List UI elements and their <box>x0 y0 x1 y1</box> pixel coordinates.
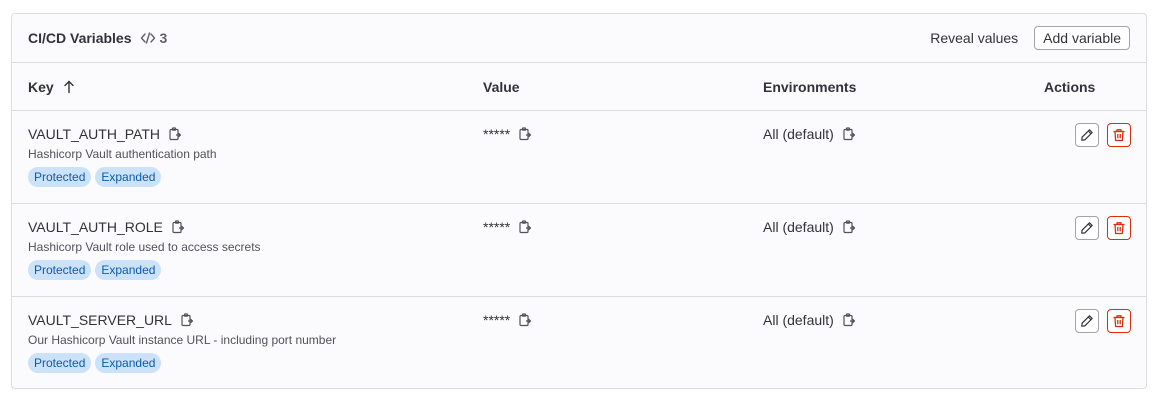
column-environments-header: Environments <box>763 78 857 95</box>
table-row: VAULT_AUTH_ROLE Hashicorp Vault role use… <box>12 204 1146 297</box>
edit-button[interactable] <box>1075 123 1099 147</box>
column-value-header: Value <box>483 78 520 95</box>
value-cell: ***** <box>483 311 532 329</box>
card-header: CI/CD Variables 3 Reveal values Add vari… <box>12 14 1146 63</box>
title-wrap: CI/CD Variables 3 <box>28 30 167 46</box>
variable-key: VAULT_AUTH_PATH <box>28 125 217 143</box>
code-icon <box>140 30 156 46</box>
arrow-up-icon <box>62 80 76 94</box>
protected-badge: Protected <box>28 167 92 187</box>
variable-key: VAULT_SERVER_URL <box>28 311 336 329</box>
key-cell: VAULT_SERVER_URL Our Hashicorp Vault ins… <box>28 311 336 373</box>
masked-value: ***** <box>483 126 511 142</box>
variables-table: Key Value Environments Actions VAULT_AUT… <box>12 63 1146 388</box>
header-actions: Reveal values Add variable <box>930 26 1130 50</box>
pencil-icon <box>1080 314 1094 328</box>
delete-button[interactable] <box>1107 123 1131 147</box>
variable-key-text: VAULT_SERVER_URL <box>28 312 172 328</box>
variable-description: Hashicorp Vault authentication path <box>28 147 217 161</box>
variable-badges: Protected Expanded <box>28 260 261 280</box>
value-cell: ***** <box>483 125 532 143</box>
copy-to-clipboard-icon[interactable] <box>842 313 856 327</box>
variable-count-number: 3 <box>159 30 168 46</box>
pencil-icon <box>1080 128 1094 142</box>
masked-value: ***** <box>483 312 511 328</box>
variable-key-text: VAULT_AUTH_ROLE <box>28 219 163 235</box>
variable-badges: Protected Expanded <box>28 167 217 187</box>
copy-to-clipboard-icon[interactable] <box>180 313 194 327</box>
actions-cell <box>1075 309 1131 333</box>
variable-description: Hashicorp Vault role used to access secr… <box>28 240 261 254</box>
copy-to-clipboard-icon[interactable] <box>171 220 185 234</box>
trash-icon <box>1112 314 1126 328</box>
variable-count: 3 <box>140 30 168 46</box>
add-variable-button[interactable]: Add variable <box>1034 26 1130 50</box>
variable-key: VAULT_AUTH_ROLE <box>28 218 261 236</box>
copy-to-clipboard-icon[interactable] <box>518 127 532 141</box>
protected-badge: Protected <box>28 260 92 280</box>
pencil-icon <box>1080 221 1094 235</box>
column-key-header[interactable]: Key <box>28 79 76 95</box>
variable-description: Our Hashicorp Vault instance URL - inclu… <box>28 333 337 347</box>
key-cell: VAULT_AUTH_ROLE Hashicorp Vault role use… <box>28 218 261 280</box>
variable-badges: Protected Expanded <box>28 353 336 373</box>
edit-button[interactable] <box>1075 309 1099 333</box>
edit-button[interactable] <box>1075 216 1099 240</box>
actions-cell <box>1075 123 1131 147</box>
variable-key-text: VAULT_AUTH_PATH <box>28 126 160 142</box>
ci-cd-variables-card: CI/CD Variables 3 Reveal values Add vari… <box>11 13 1147 389</box>
environment-cell: All (default) <box>763 311 856 329</box>
table-row: VAULT_AUTH_PATH Hashicorp Vault authenti… <box>12 111 1146 204</box>
environment-cell: All (default) <box>763 218 856 236</box>
expanded-badge: Expanded <box>95 167 162 187</box>
protected-badge: Protected <box>28 353 92 373</box>
delete-button[interactable] <box>1107 216 1131 240</box>
copy-to-clipboard-icon[interactable] <box>168 127 182 141</box>
environment-scope: All (default) <box>763 126 834 142</box>
column-actions-header: Actions <box>1044 78 1096 95</box>
trash-icon <box>1112 128 1126 142</box>
environment-scope: All (default) <box>763 219 834 235</box>
copy-to-clipboard-icon[interactable] <box>518 220 532 234</box>
expanded-badge: Expanded <box>95 260 162 280</box>
expanded-badge: Expanded <box>95 353 162 373</box>
delete-button[interactable] <box>1107 309 1131 333</box>
copy-to-clipboard-icon[interactable] <box>518 313 532 327</box>
copy-to-clipboard-icon[interactable] <box>842 127 856 141</box>
trash-icon <box>1112 221 1126 235</box>
table-row: VAULT_SERVER_URL Our Hashicorp Vault ins… <box>12 297 1146 388</box>
reveal-values-button[interactable]: Reveal values <box>930 30 1018 46</box>
actions-cell <box>1075 216 1131 240</box>
masked-value: ***** <box>483 219 511 235</box>
copy-to-clipboard-icon[interactable] <box>842 220 856 234</box>
page-title: CI/CD Variables <box>28 30 132 46</box>
table-header: Key Value Environments Actions <box>12 63 1146 111</box>
value-cell: ***** <box>483 218 532 236</box>
key-cell: VAULT_AUTH_PATH Hashicorp Vault authenti… <box>28 125 217 187</box>
environment-cell: All (default) <box>763 125 856 143</box>
column-key-label: Key <box>28 78 54 95</box>
environment-scope: All (default) <box>763 312 834 328</box>
